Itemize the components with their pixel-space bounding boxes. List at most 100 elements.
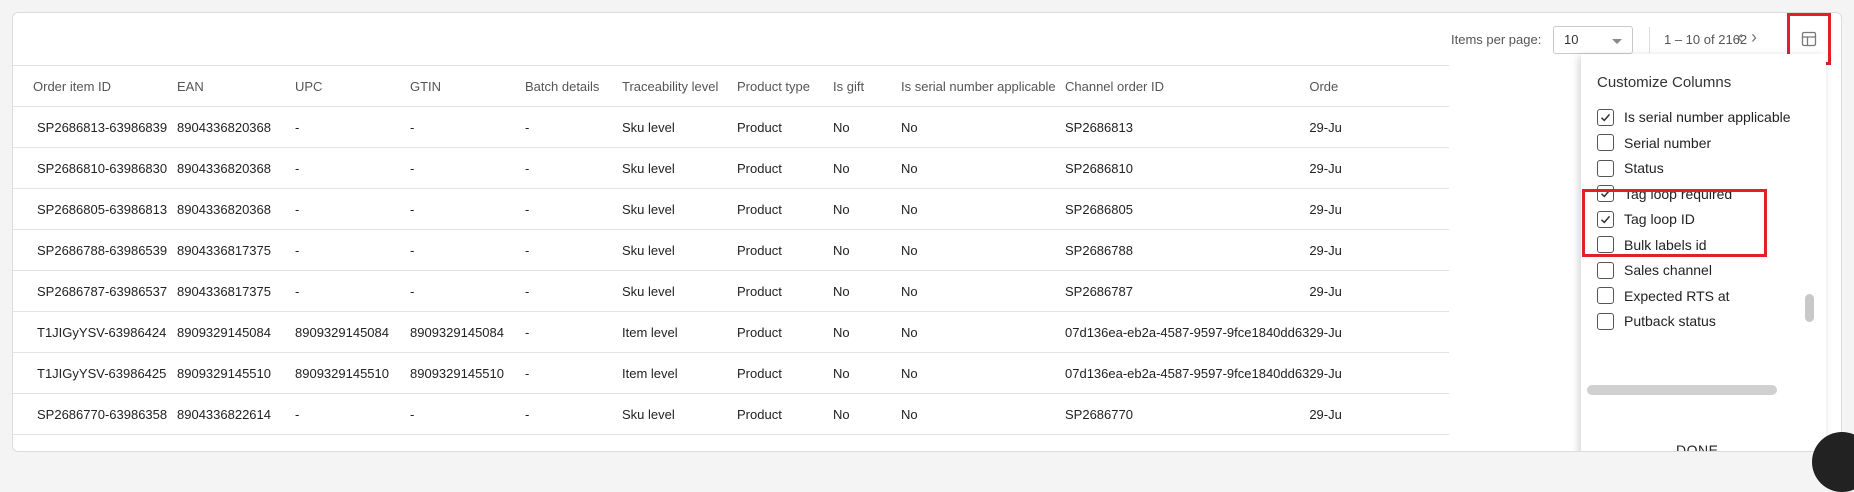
table-row[interactable]: SP2686788-63986539 8904336817375- - - Sku le… — [13, 229, 1450, 271]
column-header[interactable]: Channel order ID — [1065, 65, 1310, 107]
table-cell: Sku level — [622, 393, 737, 435]
chevron-down-icon — [1612, 39, 1622, 44]
checkbox-unchecked-icon[interactable] — [1597, 287, 1614, 304]
table-cell: 29-Ju — [1309, 311, 1450, 353]
table-cell: 8909329145510 — [410, 352, 525, 394]
next-page-button[interactable]: › — [1751, 28, 1757, 46]
checkbox-unchecked-icon[interactable] — [1597, 159, 1614, 177]
column-header[interactable]: Traceability level — [622, 65, 737, 107]
column-header[interactable]: Batch details — [525, 65, 622, 107]
column-header[interactable]: Product type — [737, 65, 833, 107]
column-option[interactable]: Sales channel — [1597, 258, 1712, 282]
column-option[interactable]: Is serial number applicable — [1597, 107, 1791, 129]
table-row[interactable]: SP2686787-63986537 8904336817375- - - Sku le… — [13, 270, 1450, 312]
column-header[interactable]: Orde — [1309, 65, 1450, 107]
table-cell: 29-Ju — [1309, 352, 1450, 394]
table-row[interactable]: T1JIGyYSV-63986424 8909329145084 890932914… — [13, 311, 1450, 353]
toolbar-divider — [1649, 27, 1650, 53]
table-cell: 8909329145510 — [177, 352, 295, 394]
column-option[interactable]: Expected RTS at — [1597, 284, 1730, 308]
table-cell: - — [410, 188, 525, 230]
table-cell: - — [525, 270, 622, 312]
column-option-label: Sales channel — [1624, 262, 1712, 278]
table-cell: No — [901, 352, 1065, 394]
column-header[interactable]: Order item ID — [13, 65, 177, 107]
table-cell: SP2686788-63986539 — [13, 229, 177, 271]
table-cell: - — [410, 393, 525, 435]
column-option-label: Status — [1624, 160, 1664, 176]
table-cell: Product — [737, 393, 833, 435]
pagination-range: 1 – 10 of 2162 — [1664, 32, 1748, 47]
table-cell: No — [901, 188, 1065, 230]
table-cell: No — [833, 270, 901, 312]
table-cell: No — [833, 352, 901, 394]
table-cell: - — [410, 147, 525, 189]
table-cell: Product — [737, 229, 833, 271]
table-cell: 29-Ju — [1309, 393, 1450, 435]
table-cell: No — [833, 311, 901, 353]
table-cell: T1JIGyYSV-63986424 — [13, 311, 177, 353]
table-cell: No — [901, 147, 1065, 189]
table-cell: No — [833, 106, 901, 148]
table-cell: SP2686810 — [1065, 147, 1310, 189]
vertical-scrollbar[interactable] — [1805, 294, 1814, 322]
checkbox-unchecked-icon[interactable] — [1597, 312, 1614, 330]
table-cell: SP2686805-63986813 — [13, 188, 177, 230]
table-cell: 8909329145084 — [177, 311, 295, 353]
column-option[interactable]: Putback status — [1597, 309, 1716, 333]
table-cell: Sku level — [622, 188, 737, 230]
column-header[interactable]: GTIN — [410, 65, 525, 107]
table-row[interactable]: SP2686805-63986813 8904336820368- - - Sku le… — [13, 188, 1450, 230]
table-cell: - — [525, 229, 622, 271]
table-cell: 8904336820368 — [177, 188, 295, 230]
table-cell: 29-Ju — [1309, 106, 1450, 148]
table-row[interactable]: SP2686810-63986830 8904336820368- - - Sku le… — [13, 147, 1450, 189]
table-cell: - — [295, 229, 410, 271]
column-option[interactable]: Serial number — [1597, 131, 1711, 155]
column-header[interactable]: UPC — [295, 65, 410, 107]
table-cell: 8904336817375 — [177, 270, 295, 312]
table-cell: - — [295, 147, 410, 189]
pagination-toolbar: Items per page: 10 1 – 10 of 2162 ‹ › — [13, 13, 1841, 65]
table-row[interactable]: SP2686770-63986358 8904336822614- - - Sku le… — [13, 393, 1450, 435]
items-per-page-select[interactable]: 10 — [1553, 26, 1633, 54]
table-cell: - — [295, 270, 410, 312]
table-cell: Sku level — [622, 270, 737, 312]
items-per-page-value: 10 — [1564, 32, 1579, 47]
table-cell: 8909329145084 — [410, 311, 525, 353]
done-button[interactable]: DONE — [1676, 442, 1718, 451]
table-cell: - — [295, 106, 410, 148]
column-option[interactable]: Status — [1597, 156, 1664, 180]
table-cell: Product — [737, 188, 833, 230]
table-cell: Sku level — [622, 106, 737, 148]
table-cell: Item level — [622, 352, 737, 394]
table-cell: 8909329145510 — [295, 352, 410, 394]
table-cell: No — [833, 393, 901, 435]
column-header[interactable]: EAN — [177, 65, 295, 107]
checkbox-unchecked-icon[interactable] — [1597, 134, 1614, 151]
column-option-label: Serial number — [1624, 134, 1712, 151]
column-option-label: Expected RTS at — [1624, 287, 1730, 304]
table-cell: SP2686770-63986358 — [13, 393, 177, 435]
table-cell: - — [525, 147, 622, 189]
prev-page-button[interactable]: ‹ — [1737, 28, 1743, 46]
table-row[interactable]: T1JIGyYSV-63986425 8909329145510 890932914… — [13, 352, 1450, 394]
column-header[interactable]: Is gift — [833, 65, 901, 107]
order-items-table: Order item ID EAN UPC GTIN Batch details Trac… — [13, 65, 1841, 435]
table-cell: Sku level — [622, 229, 737, 271]
checkbox-unchecked-icon[interactable] — [1597, 261, 1614, 279]
column-header[interactable]: Is serial number applicable — [901, 65, 1065, 107]
checkbox-checked-icon[interactable] — [1597, 108, 1614, 126]
table-cell: Product — [737, 147, 833, 189]
table-cell: T1JIGyYSV-63986425 — [13, 352, 177, 394]
table-cell: No — [901, 270, 1065, 312]
table-cell: 07d136ea-eb2a-4587-9597-9fce1840dd63 — [1065, 311, 1310, 353]
horizontal-scrollbar[interactable] — [1587, 385, 1777, 395]
column-option-label: Is serial number applicable — [1624, 109, 1791, 125]
table-row[interactable]: SP2686813-63986839 8904336820368- - - Sku le… — [13, 106, 1450, 148]
table-cell: - — [525, 393, 622, 435]
table-cell: SP2686787-63986537 — [13, 270, 177, 312]
table-columns-icon — [1801, 31, 1817, 47]
table-cell: SP2686788 — [1065, 229, 1310, 271]
table-cell: No — [901, 229, 1065, 271]
